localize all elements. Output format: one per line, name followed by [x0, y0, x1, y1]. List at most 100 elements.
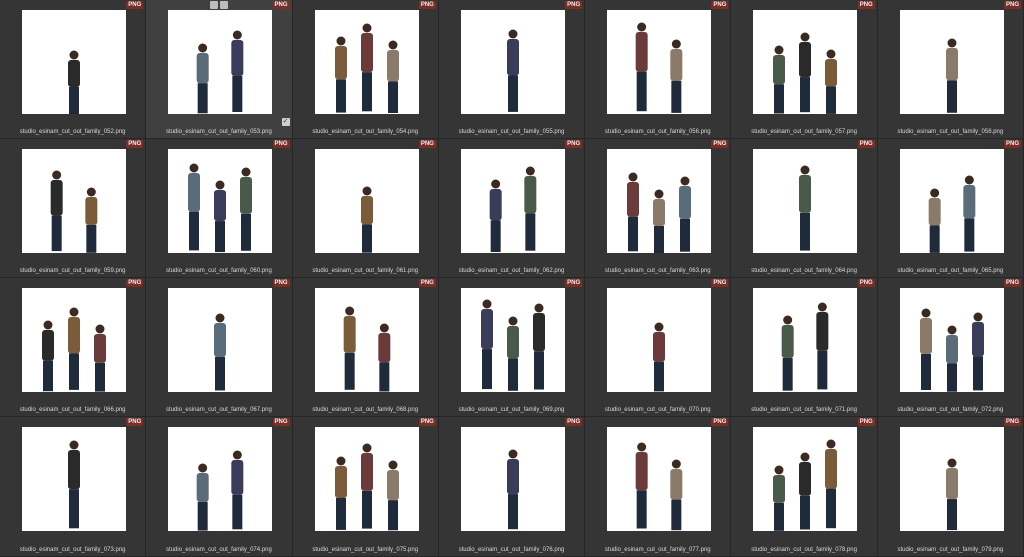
- figure-legs: [946, 80, 957, 113]
- image-thumbnail[interactable]: [607, 427, 712, 531]
- figure-head: [654, 322, 664, 332]
- figure-body: [214, 323, 227, 357]
- file-tile[interactable]: PNG studio_esinam_cut_out_family_058.png: [877, 0, 1024, 139]
- figure-body: [928, 198, 941, 226]
- image-thumbnail[interactable]: [899, 288, 1004, 392]
- image-thumbnail[interactable]: [314, 10, 419, 114]
- edit-icon[interactable]: [220, 1, 229, 9]
- file-name-label: studio_esinam_cut_out_family_064.png: [751, 268, 857, 274]
- file-name-label: studio_esinam_cut_out_family_075.png: [312, 547, 419, 553]
- file-tile[interactable]: PNG studio_esinam_cut_out_family_065.png: [877, 139, 1024, 278]
- image-thumbnail[interactable]: [899, 149, 1004, 253]
- file-tile[interactable]: PNG studio_esinam_cut_out_family_076.png: [438, 417, 586, 557]
- figure-body: [94, 334, 106, 363]
- file-tile[interactable]: PNG studio_esinam_cut_out_family_073.png: [0, 417, 147, 557]
- figure-body: [670, 469, 683, 500]
- file-tile[interactable]: PNG studio_esinam_cut_out_family_070.png: [585, 278, 732, 417]
- figure-body: [816, 312, 829, 351]
- image-thumbnail[interactable]: [168, 10, 273, 114]
- figure-legs: [344, 352, 355, 390]
- image-thumbnail[interactable]: [168, 149, 273, 253]
- figure-head: [534, 303, 544, 313]
- image-thumbnail[interactable]: [460, 288, 565, 392]
- figure-head: [774, 45, 784, 55]
- figure-legs: [783, 357, 794, 391]
- image-thumbnail[interactable]: [753, 427, 858, 531]
- image-thumbnail[interactable]: [22, 10, 126, 114]
- image-thumbnail[interactable]: [607, 10, 712, 114]
- selected-check-icon[interactable]: ✓: [281, 118, 290, 126]
- image-thumbnail[interactable]: [899, 10, 1004, 114]
- figure-head: [189, 163, 199, 173]
- file-tile[interactable]: PNG studio_esinam_cut_out_family_063.png: [585, 139, 732, 278]
- image-thumbnail[interactable]: [314, 427, 419, 531]
- file-tile[interactable]: PNG studio_esinam_cut_out_family_056.png: [585, 0, 732, 139]
- file-tile[interactable]: PNG studio_esinam_cut_out_family_074.png: [146, 417, 293, 557]
- file-tile[interactable]: PNG studio_esinam_cut_out_family_079.png: [877, 417, 1024, 557]
- image-thumbnail[interactable]: [607, 149, 712, 253]
- figure-head: [215, 313, 225, 323]
- file-tile[interactable]: PNG studio_esinam_cut_out_family_075.png: [292, 417, 439, 557]
- people-silhouette-image: [635, 22, 683, 113]
- figure-legs: [189, 211, 200, 251]
- image-thumbnail[interactable]: [899, 427, 1004, 531]
- file-tile[interactable]: PNG studio_esinam_cut_out_family_067.png: [146, 278, 293, 417]
- image-thumbnail[interactable]: [22, 149, 126, 253]
- figure-head: [671, 39, 681, 49]
- file-name-label: studio_esinam_cut_out_family_058.png: [897, 129, 1004, 135]
- image-thumbnail[interactable]: [753, 288, 858, 392]
- file-tile[interactable]: PNG studio_esinam_cut_out_family_077.png: [585, 417, 732, 557]
- people-silhouette-image: [506, 29, 519, 112]
- image-thumbnail[interactable]: [168, 427, 273, 531]
- file-type-badge: PNG: [272, 140, 290, 148]
- file-tile[interactable]: PNG studio_esinam_cut_out_family_066.png: [0, 278, 147, 417]
- image-thumbnail[interactable]: [753, 149, 858, 253]
- figure-legs: [69, 489, 79, 529]
- figure-body: [971, 322, 984, 357]
- frame-icon[interactable]: [210, 1, 219, 9]
- file-tile[interactable]: PNG studio_esinam_cut_out_family_068.png: [292, 278, 439, 417]
- file-tile[interactable]: PNG studio_esinam_cut_out_family_061.png: [292, 139, 439, 278]
- file-tile[interactable]: PNG ✓ studio_esinam_cut_out_family_053.png: [146, 0, 293, 139]
- file-tile[interactable]: PNG studio_esinam_cut_out_family_078.png: [731, 417, 878, 557]
- file-tile[interactable]: PNG studio_esinam_cut_out_family_069.png: [438, 278, 586, 417]
- file-tile[interactable]: PNG studio_esinam_cut_out_family_071.png: [731, 278, 878, 417]
- image-thumbnail[interactable]: [22, 288, 126, 392]
- figure-legs: [335, 497, 346, 530]
- file-type-badge: PNG: [418, 418, 436, 426]
- image-thumbnail[interactable]: [607, 288, 712, 392]
- file-tile[interactable]: PNG studio_esinam_cut_out_family_059.png: [0, 139, 147, 278]
- image-thumbnail[interactable]: [314, 288, 419, 392]
- image-thumbnail[interactable]: [753, 10, 858, 114]
- image-thumbnail[interactable]: [460, 10, 565, 114]
- figure-head: [947, 325, 957, 335]
- figure-head: [800, 32, 810, 42]
- figure-legs: [232, 76, 243, 112]
- file-type-badge: PNG: [272, 279, 290, 287]
- figure-head: [95, 324, 105, 334]
- file-tile[interactable]: PNG studio_esinam_cut_out_family_062.png: [438, 139, 586, 278]
- figure-legs: [197, 83, 208, 114]
- file-tile[interactable]: PNG studio_esinam_cut_out_family_052.png: [0, 0, 147, 139]
- image-thumbnail[interactable]: [22, 427, 126, 531]
- file-tile[interactable]: PNG studio_esinam_cut_out_family_060.png: [146, 139, 293, 278]
- people-silhouette-image: [68, 440, 80, 529]
- image-thumbnail[interactable]: [460, 427, 565, 531]
- file-tile[interactable]: PNG studio_esinam_cut_out_family_064.png: [731, 139, 878, 278]
- file-name-label: studio_esinam_cut_out_family_069.png: [458, 407, 565, 413]
- figure-head: [233, 30, 243, 40]
- figure-legs: [43, 360, 53, 392]
- file-tile[interactable]: PNG studio_esinam_cut_out_family_054.png: [292, 0, 439, 139]
- image-thumbnail[interactable]: [168, 288, 273, 392]
- figure-legs: [972, 356, 983, 391]
- image-thumbnail[interactable]: [314, 149, 419, 253]
- figure-legs: [481, 349, 492, 390]
- file-tile[interactable]: PNG studio_esinam_cut_out_family_057.png: [731, 0, 878, 139]
- people-silhouette-image: [68, 50, 80, 114]
- figure-legs: [361, 72, 372, 112]
- figure-body: [635, 452, 648, 491]
- figure-legs: [929, 225, 940, 253]
- image-thumbnail[interactable]: [460, 149, 565, 253]
- file-tile[interactable]: PNG studio_esinam_cut_out_family_072.png: [877, 278, 1024, 417]
- file-tile[interactable]: PNG studio_esinam_cut_out_family_055.png: [438, 0, 586, 139]
